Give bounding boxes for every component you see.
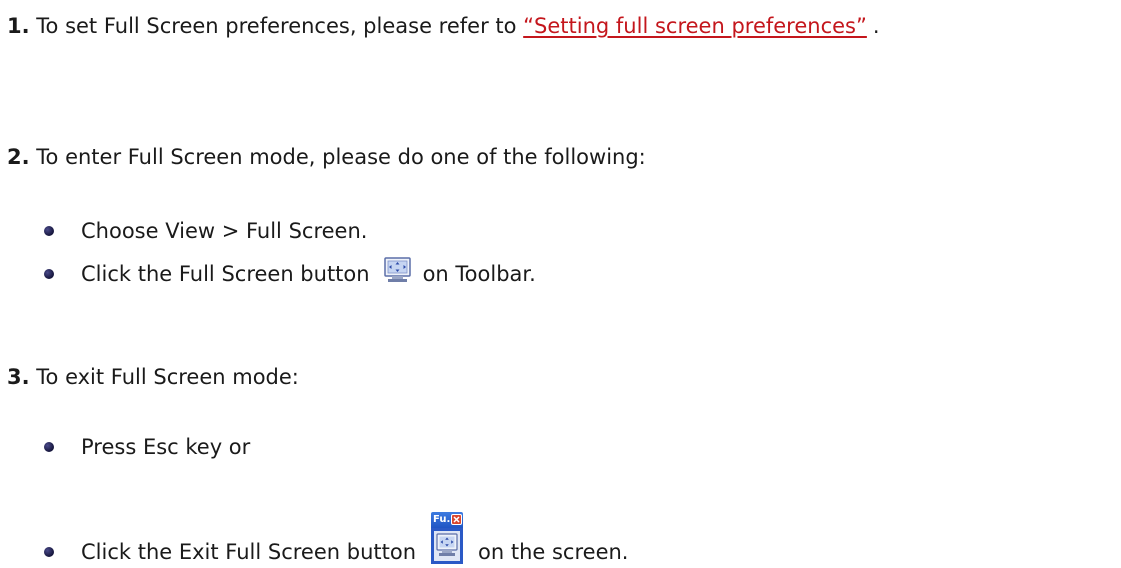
list-item: Choose View > Full Screen. <box>44 217 367 245</box>
full-screen-icon <box>434 531 461 568</box>
list-item: Click the Full Screen button on Toolbar. <box>44 257 536 290</box>
bullet-icon <box>44 268 54 279</box>
exit-full-screen-icon: Fu... <box>428 512 466 568</box>
step-2-text: To enter Full Screen mode, please do one… <box>36 145 646 169</box>
bullet-icon <box>44 442 54 452</box>
close-icon <box>451 514 463 525</box>
bullet-icon <box>44 226 54 236</box>
step-1-period: . <box>872 14 880 38</box>
step-3-number: 3. <box>7 365 30 389</box>
bullet-text: Click the Full Screen button <box>81 261 370 286</box>
bullet-icon <box>44 547 54 557</box>
bullet-text-suffix: on the screen. <box>478 540 629 564</box>
bullet-text: Click the Exit Full Screen button <box>81 540 417 564</box>
step-3-text: To exit Full Screen mode: <box>36 365 299 389</box>
bullet-text: Press Esc key or <box>81 435 251 459</box>
setting-full-screen-preferences-link[interactable]: “Setting full screen preferences” <box>523 14 867 38</box>
step-2-paragraph: 2. To enter Full Screen mode, please do … <box>7 137 646 177</box>
full-screen-icon <box>383 257 411 290</box>
exit-window-titlebar: Fu... <box>431 512 464 528</box>
step-1-paragraph: 1. To set Full Screen preferences, pleas… <box>7 6 1092 46</box>
step-2-number: 2. <box>7 145 30 169</box>
list-item: Press Esc key or <box>44 433 250 461</box>
step-1-text: To set Full Screen preferences, please r… <box>36 14 517 38</box>
exit-window-body <box>431 528 464 564</box>
list-item: Click the Exit Full Screen button Fu... <box>44 512 628 566</box>
step-3-paragraph: 3. To exit Full Screen mode: <box>7 357 299 397</box>
bullet-text-suffix: on Toolbar. <box>422 261 536 286</box>
step-1-number: 1. <box>7 14 30 38</box>
bullet-text: Choose View > Full Screen. <box>81 219 368 243</box>
